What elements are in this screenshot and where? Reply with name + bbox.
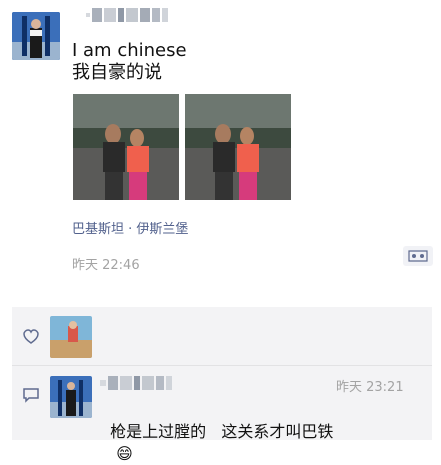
avatar-image	[50, 376, 92, 418]
panel-divider	[12, 365, 432, 366]
comment-text: 枪是上过膛的 这关系才叫巴铁 😄	[100, 399, 333, 465]
post-location-link[interactable]: 巴基斯坦 · 伊斯兰堡	[72, 218, 188, 237]
comment-bubble-icon	[408, 250, 428, 262]
more-actions-button[interactable]	[403, 246, 433, 266]
post-photo-1[interactable]	[73, 94, 179, 200]
photo-image	[185, 94, 291, 200]
post-text-line2: 我自豪的说	[72, 62, 162, 83]
post-text-line1: I am chinese	[72, 40, 187, 61]
post-photo-2[interactable]	[185, 94, 291, 200]
comment-text-body: 枪是上过膛的 这关系才叫巴铁	[110, 422, 334, 441]
poster-name-mosaic	[86, 8, 168, 22]
liker-avatar[interactable]	[50, 316, 92, 358]
commenter-avatar[interactable]	[50, 376, 92, 418]
comment-time: 昨天 23:21	[336, 380, 404, 395]
avatar-image	[12, 12, 60, 60]
like-icon-wrapper	[22, 328, 40, 346]
speech-bubble-icon	[23, 388, 39, 403]
grin-emoji-icon: 😄	[116, 444, 133, 463]
commenter-name-mosaic	[100, 376, 172, 390]
comment-icon-wrapper	[22, 386, 40, 404]
photo-image	[73, 94, 179, 200]
post-time: 昨天 22:46	[72, 258, 140, 273]
poster-avatar[interactable]	[12, 12, 60, 60]
avatar-image	[50, 316, 92, 358]
heart-outline-icon	[23, 329, 39, 344]
